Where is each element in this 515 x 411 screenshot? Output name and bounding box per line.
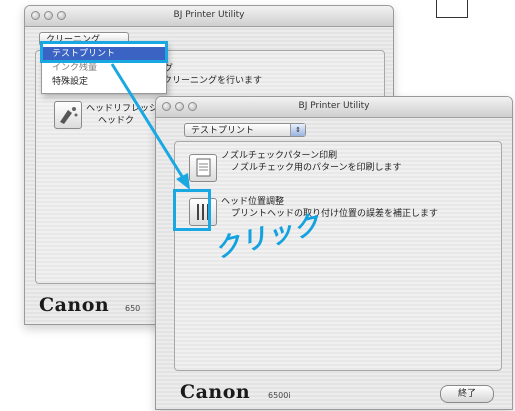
pointer-arrow-line bbox=[110, 63, 185, 179]
pointer-arrow-head bbox=[176, 173, 190, 190]
annotation-arrow-layer bbox=[110, 63, 190, 190]
